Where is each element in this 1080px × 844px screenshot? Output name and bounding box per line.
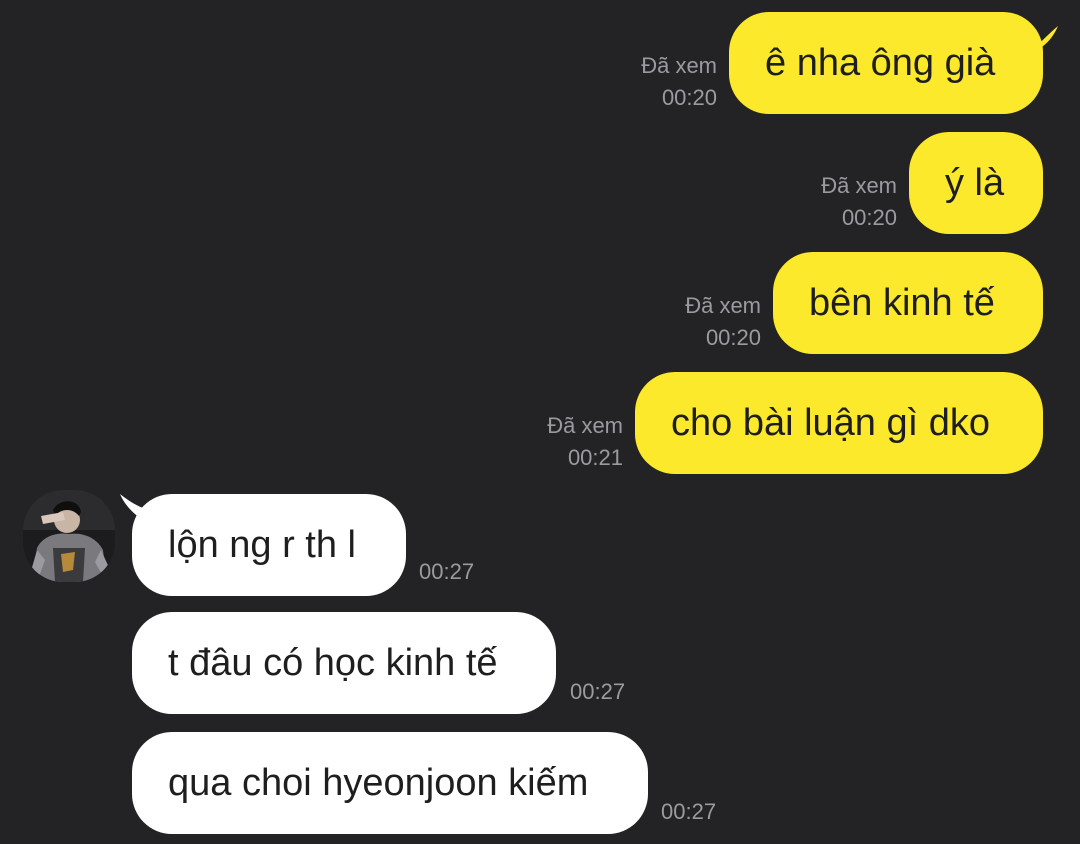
- outgoing-bubble[interactable]: ý là: [909, 132, 1043, 234]
- incoming-message: lộn ng r th l 00:27: [0, 494, 1080, 598]
- incoming-message: qua choi hyeonjoon kiếm 00:27: [0, 732, 1080, 836]
- outgoing-message: Đã xem 00:20 bên kinh tế: [0, 252, 1080, 356]
- outgoing-bubble[interactable]: cho bài luận gì dko: [635, 372, 1043, 474]
- incoming-bubble[interactable]: lộn ng r th l: [132, 494, 406, 596]
- outgoing-message: Đã xem 00:20 ý là: [0, 132, 1080, 236]
- incoming-message: t đâu có học kinh tế 00:27: [0, 612, 1080, 716]
- outgoing-message: Đã xem 00:20 ê nha ông già: [0, 12, 1080, 116]
- message-time: 00:27: [661, 799, 717, 824]
- message-meta: Đã xem 00:21: [503, 410, 623, 474]
- read-status: Đã xem: [641, 53, 717, 78]
- message-time: 00:20: [661, 85, 717, 110]
- message-time: 00:20: [705, 325, 761, 350]
- read-status: Đã xem: [547, 413, 623, 438]
- outgoing-bubble[interactable]: bên kinh tế: [773, 252, 1043, 354]
- read-status: Đã xem: [685, 293, 761, 318]
- message-meta: Đã xem 00:20: [777, 170, 897, 234]
- message-time: 00:27: [419, 559, 475, 584]
- incoming-bubble[interactable]: qua choi hyeonjoon kiếm: [132, 732, 648, 834]
- message-time: 00:20: [841, 205, 897, 230]
- message-time: 00:21: [567, 445, 623, 470]
- incoming-bubble[interactable]: t đâu có học kinh tế: [132, 612, 556, 714]
- message-meta: Đã xem 00:20: [641, 290, 761, 354]
- message-meta: Đã xem 00:20: [597, 50, 717, 114]
- read-status: Đã xem: [821, 173, 897, 198]
- message-time: 00:27: [570, 679, 626, 704]
- outgoing-bubble[interactable]: ê nha ông già: [729, 12, 1043, 114]
- outgoing-message: Đã xem 00:21 cho bài luận gì dko: [0, 372, 1080, 476]
